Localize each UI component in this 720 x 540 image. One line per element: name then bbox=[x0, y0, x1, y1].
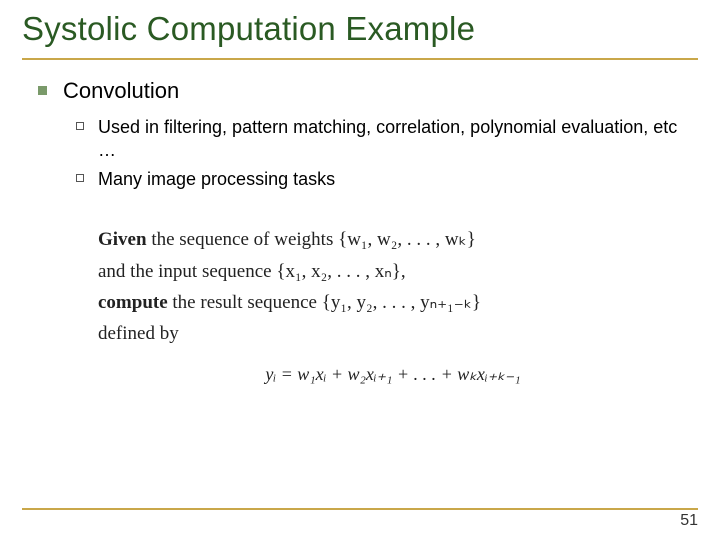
math-text: and the input sequence {x₁, x₂, . . . , … bbox=[98, 257, 688, 286]
math-text: the result sequence {y₁, y₂, . . . , yₙ₊… bbox=[168, 292, 481, 313]
hollow-square-bullet-icon bbox=[76, 122, 84, 130]
level1-text: Convolution bbox=[63, 78, 179, 104]
math-bold: Given bbox=[98, 229, 147, 250]
math-text: defined by bbox=[98, 319, 688, 348]
square-bullet-icon bbox=[38, 86, 47, 95]
list-item: Used in filtering, pattern matching, cor… bbox=[76, 116, 688, 162]
math-equation: yᵢ = w₁xᵢ + w₂xᵢ₊₁ + . . . + wₖxᵢ₊ₖ₋₁ bbox=[98, 361, 688, 389]
list-item: Convolution bbox=[38, 78, 688, 104]
level2-text: Many image processing tasks bbox=[98, 168, 335, 191]
content-area: Convolution Used in filtering, pattern m… bbox=[22, 60, 698, 389]
math-definition: Given the sequence of weights {w₁, w₂, .… bbox=[38, 225, 688, 389]
page-number: 51 bbox=[22, 512, 698, 530]
math-text: the sequence of weights {w₁, w₂, . . . ,… bbox=[147, 229, 476, 250]
math-bold: compute bbox=[98, 292, 168, 313]
level2-text: Used in filtering, pattern matching, cor… bbox=[98, 116, 688, 162]
slide-title: Systolic Computation Example bbox=[22, 10, 698, 56]
list-item: Many image processing tasks bbox=[76, 168, 688, 191]
footer-divider bbox=[22, 508, 698, 510]
footer: 51 bbox=[22, 508, 698, 530]
hollow-square-bullet-icon bbox=[76, 174, 84, 182]
